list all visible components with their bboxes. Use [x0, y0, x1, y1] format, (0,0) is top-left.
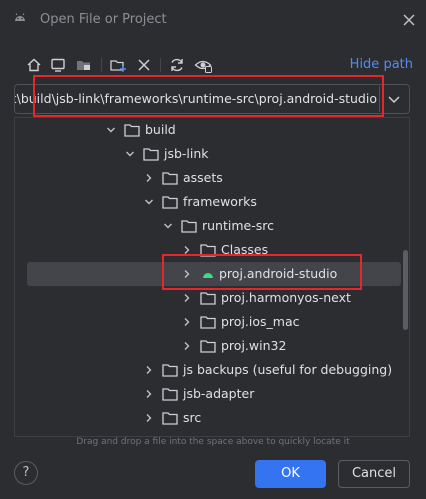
folder-icon [200, 340, 216, 353]
tree-row[interactable]: build [27, 118, 401, 142]
chevron-right-icon[interactable] [143, 172, 155, 184]
show-hidden-icon[interactable] [193, 55, 213, 75]
folder-icon [162, 388, 178, 401]
folder-icon [162, 172, 178, 185]
tree-row-label: proj.ios_mac [221, 314, 300, 329]
tree-row-label: assets [183, 170, 223, 185]
tree-row[interactable]: js backups (useful for debugging) [27, 358, 401, 382]
title-bar: Open File or Project [0, 0, 426, 40]
tree-row-label: proj.harmonyos-next [221, 290, 351, 305]
project-folder-icon[interactable] [74, 55, 94, 75]
folder-icon [200, 316, 216, 329]
folder-icon [162, 364, 178, 377]
chevron-right-icon[interactable] [181, 292, 193, 304]
toolbar-divider [160, 58, 161, 72]
new-folder-icon[interactable] [108, 55, 128, 75]
close-icon[interactable] [399, 10, 419, 30]
toolbar-divider [101, 58, 102, 72]
home-icon[interactable] [24, 55, 44, 75]
chevron-right-icon[interactable] [143, 412, 155, 424]
chevron-down-icon[interactable] [143, 196, 155, 208]
tree-row-label: build [145, 122, 176, 137]
chevron-down-icon[interactable] [162, 220, 174, 232]
selection-highlight-box [162, 254, 362, 290]
delete-icon[interactable] [134, 55, 154, 75]
folder-icon [181, 220, 197, 233]
ok-button[interactable]: OK [255, 460, 326, 488]
folder-icon [162, 412, 178, 425]
folder-icon [124, 124, 140, 137]
tree-row[interactable]: runtime-src [27, 214, 401, 238]
chevron-down-icon[interactable] [124, 148, 136, 160]
tree-row[interactable]: src [27, 406, 401, 430]
chevron-down-icon[interactable] [105, 124, 117, 136]
folder-icon [200, 292, 216, 305]
help-button[interactable]: ? [14, 461, 38, 485]
tree-scrollbar[interactable] [403, 250, 408, 330]
hide-path-link[interactable]: Hide path [350, 57, 413, 72]
tree-row[interactable]: jsb-link [27, 142, 401, 166]
folder-icon [143, 148, 159, 161]
tree-row-label: jsb-link [164, 146, 209, 161]
tree-row[interactable]: assets [27, 166, 401, 190]
tree-row[interactable]: frameworks [27, 190, 401, 214]
chevron-right-icon[interactable] [181, 316, 193, 328]
tree-row-label: runtime-src [202, 218, 274, 233]
tree-row-label: jsb-adapter [183, 386, 255, 401]
chevron-down-icon [388, 96, 400, 104]
dialog-title: Open File or Project [40, 12, 167, 27]
folder-icon [162, 196, 178, 209]
cancel-button[interactable]: Cancel [338, 460, 410, 488]
tree-row[interactable]: proj.win32 [27, 334, 401, 358]
tree-row-label: frameworks [183, 194, 257, 209]
refresh-icon[interactable] [167, 55, 187, 75]
chevron-right-icon[interactable] [181, 340, 193, 352]
android-icon [15, 13, 25, 21]
path-highlight-box [33, 75, 384, 117]
tree-row-label: js backups (useful for debugging) [183, 362, 393, 377]
desktop-icon[interactable] [48, 55, 68, 75]
tree-row-label: proj.win32 [221, 338, 287, 353]
tree-row-label: src [183, 410, 202, 425]
chevron-right-icon[interactable] [143, 388, 155, 400]
chevron-right-icon[interactable] [143, 364, 155, 376]
tree-row[interactable]: jsb-adapter [27, 382, 401, 406]
drag-drop-hint: Drag and drop a file into the space abov… [76, 437, 350, 447]
tree-row[interactable]: proj.ios_mac [27, 310, 401, 334]
